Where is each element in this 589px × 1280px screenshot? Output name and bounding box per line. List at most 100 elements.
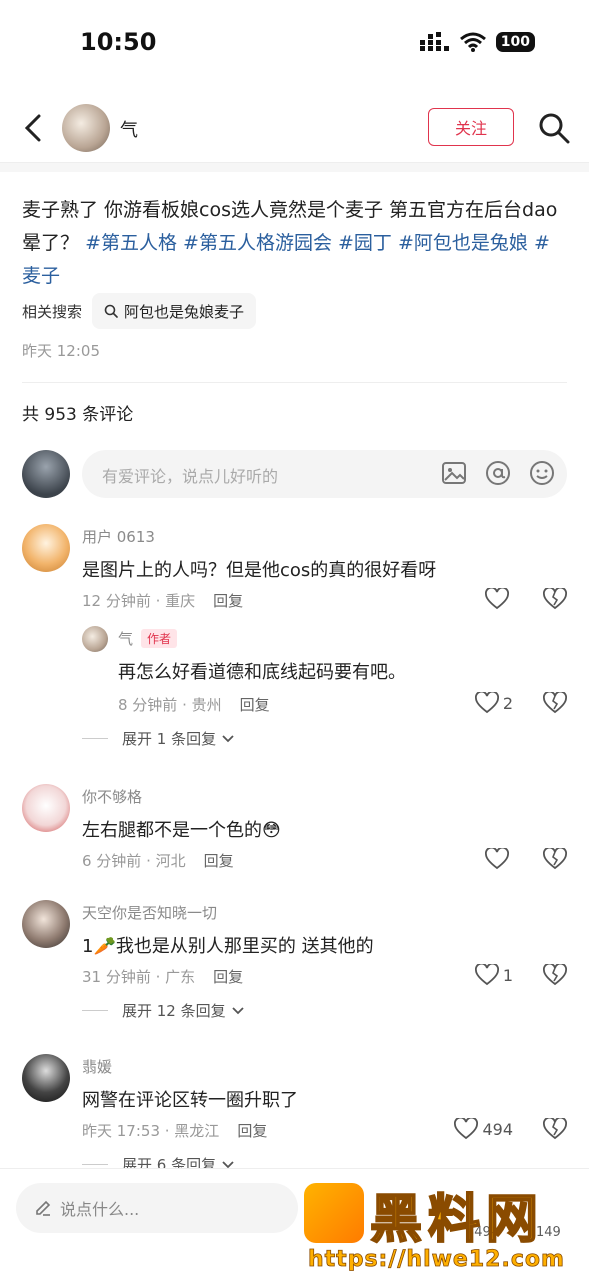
watermark-title: 黑料网 [369,1189,545,1251]
like-button[interactable]: 2 [474,692,513,714]
status-bar: 10:50 100 [0,0,589,88]
chevron-left-icon [24,114,41,142]
reply-author: 气 作者 [118,628,178,649]
bottom-bar: 说点什么... 1231 349 149 黑料网 https://hlwe12.… [0,1168,589,1280]
bottom-input-placeholder: 说点什么... [60,1200,140,1219]
comment-input-placeholder: 有爱评论，说点儿好听的 [102,467,279,486]
search-button[interactable] [534,108,574,148]
reply-button[interactable]: 回复 [237,1122,267,1140]
post-time: 昨天 12:05 [22,342,100,360]
heart-icon [474,964,499,986]
status-time: 10:50 [80,28,157,56]
dislike-button[interactable] [543,586,567,614]
broken-heart-icon [543,1116,567,1140]
comment-text: 左右腿都不是一个色的😳 [82,820,281,841]
like-button[interactable] [485,848,513,870]
bottom-comment-input[interactable]: 说点什么... [16,1183,298,1233]
commenter-name[interactable]: 天空你是否知晓一切 [82,902,217,923]
chevron-down-icon [222,734,234,742]
commenter-name[interactable]: 翡媛 [82,1056,112,1077]
reply-author-avatar[interactable] [82,626,108,652]
heart-icon [474,692,499,714]
search-icon [104,304,118,318]
hashtag[interactable]: #第五人格 [85,232,177,254]
related-search-row: 相关搜索 阿包也是兔娘麦子 [22,292,257,330]
expand-replies-button[interactable]: 展开 1 条回复 [82,728,234,749]
comment-time-location: 昨天 17:53 · 黑龙江 [82,1122,220,1140]
mention-icon[interactable] [485,460,511,486]
expand-replies-label: 展开 12 条回复 [122,1002,226,1020]
comment-text: 1🥕我也是从别人那里买的 送其他的 [82,936,374,957]
commenter-avatar[interactable] [22,900,70,948]
related-search-chip[interactable]: 阿包也是兔娘麦子 [92,293,257,329]
heart-icon [485,588,509,610]
like-count: 1 [502,965,513,985]
status-icons: 100 [419,32,535,52]
heart-icon [454,1118,479,1140]
comment-meta: 昨天 17:53 · 黑龙江 回复 [82,1120,267,1141]
watermark-overlay: 1231 349 149 黑料网 https://hlwe12.com [300,1177,585,1277]
reply-button[interactable]: 回复 [240,696,270,714]
post-content: 麦子熟了 你游看板娘cos选人竟然是个麦子 第五官方在后台dao晕了？ #第五人… [22,194,567,293]
expand-replies-button[interactable]: 展开 12 条回复 [82,1000,244,1021]
dislike-button[interactable] [543,690,567,718]
broken-heart-icon [543,846,567,870]
reply-author-name[interactable]: 气 [118,628,133,649]
watermark-logo-icon [304,1183,364,1243]
cellular-signal-icon [419,32,449,51]
commenter-avatar[interactable] [22,784,70,832]
composer-tools [441,460,555,486]
wifi-icon [459,32,486,52]
hashtag[interactable]: #园丁 [338,232,392,254]
author-name[interactable]: 气 [120,116,138,142]
content-divider [22,382,567,383]
broken-heart-icon [543,586,567,610]
reply-button[interactable]: 回复 [213,968,243,986]
comment-meta: 31 分钟前 · 广东 回复 [82,966,243,987]
pencil-icon [36,1200,51,1216]
comment-input[interactable]: 有爱评论，说点儿好听的 [82,450,567,498]
battery-indicator: 100 [495,32,535,52]
like-count: 494 [482,1119,513,1139]
like-button[interactable]: 494 [454,1118,513,1140]
image-icon[interactable] [441,460,467,486]
expand-divider [82,1164,108,1165]
chevron-down-icon [231,1006,244,1014]
author-avatar[interactable] [62,104,110,152]
back-button[interactable] [18,110,48,146]
nav-divider [0,162,589,172]
reply-button[interactable]: 回复 [213,592,243,610]
hashtag[interactable]: #第五人格游园会 [183,232,332,254]
broken-heart-icon [543,690,567,714]
related-search-query: 阿包也是兔娘麦子 [124,302,245,321]
reply-text: 再怎么好看道德和底线起码要有吧。 [118,662,406,683]
hashtag[interactable]: #阿包也是兔娘 [398,232,528,254]
heart-icon [485,848,509,870]
emoji-icon[interactable] [529,460,555,486]
like-button[interactable] [485,588,513,610]
dislike-button[interactable] [543,962,567,990]
like-count: 2 [502,693,513,713]
commenter-avatar[interactable] [22,1054,70,1102]
like-button[interactable]: 1 [474,964,513,986]
expand-divider [82,738,108,739]
current-user-avatar [22,450,70,498]
commenter-avatar[interactable] [22,524,70,572]
commenter-name[interactable]: 用户 0613 [82,526,155,547]
comment-time-location: 31 分钟前 · 广东 [82,968,196,986]
follow-button[interactable]: 关注 [428,108,514,146]
comment-time-location: 12 分钟前 · 重庆 [82,592,196,610]
comment-text: 网警在评论区转一圈升职了 [82,1090,298,1111]
dislike-button[interactable] [543,846,567,874]
expand-replies-label: 展开 1 条回复 [122,730,217,748]
related-search-label: 相关搜索 [22,302,83,321]
reply-meta: 8 分钟前 · 贵州 回复 [118,694,270,715]
dislike-button[interactable] [543,1116,567,1144]
reply-button[interactable]: 回复 [204,852,234,870]
comment-meta: 6 分钟前 · 河北 回复 [82,850,234,871]
author-badge: 作者 [141,629,178,648]
search-icon [539,113,570,144]
top-nav: 气 关注 [0,96,589,160]
comment-time-location: 6 分钟前 · 河北 [82,852,186,870]
commenter-name[interactable]: 你不够格 [82,786,142,807]
